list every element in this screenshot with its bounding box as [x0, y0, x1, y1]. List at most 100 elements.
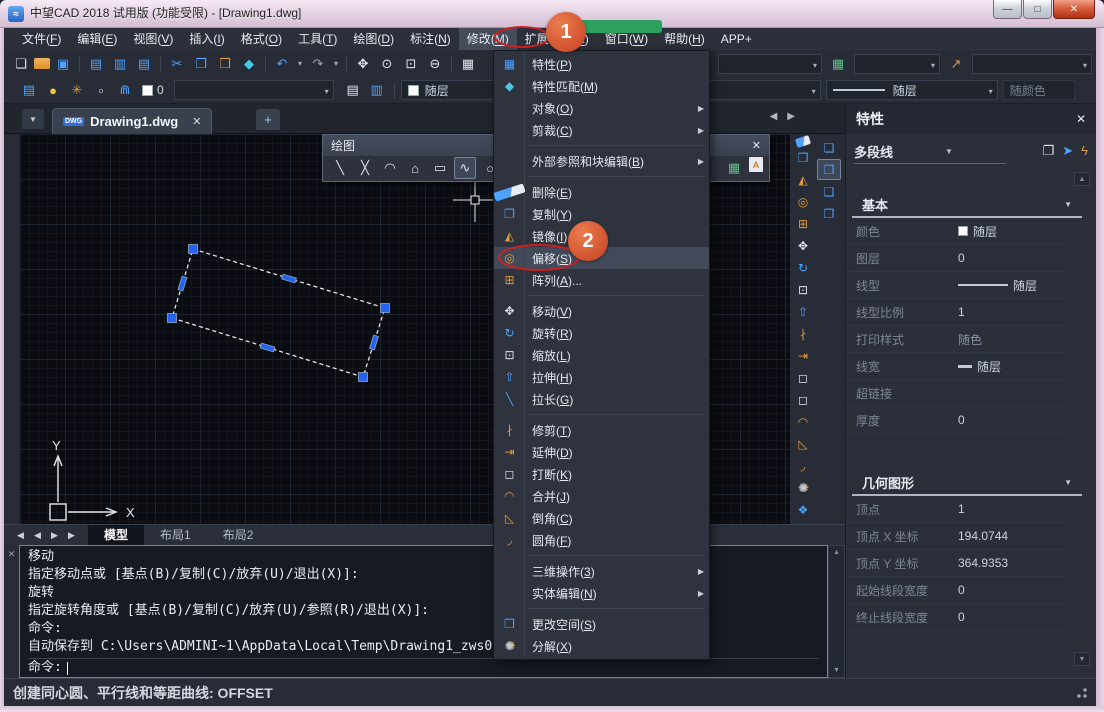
extend-icon[interactable]: ⇥ — [791, 345, 815, 366]
scroll-up-button[interactable]: ▲ — [1074, 172, 1090, 186]
doc-tab-menu-button[interactable]: ▼ — [22, 109, 44, 129]
menu-3d-operations[interactable]: 三维操作(3) ▶ — [494, 560, 709, 582]
menu-trim[interactable]: ∤ 修剪(T) — [494, 419, 709, 441]
plotstyle-control-combo[interactable]: 随颜色 — [1003, 80, 1075, 100]
first-layout-button[interactable]: ◀ — [12, 530, 29, 541]
calculator-icon[interactable]: ▦ — [457, 53, 479, 75]
copy-icon[interactable]: ❐ — [791, 147, 815, 168]
quick-select-icon[interactable]: ❐ — [1043, 143, 1055, 159]
resize-grip[interactable] — [1074, 687, 1088, 701]
redo-icon[interactable]: ↷ — [307, 53, 329, 75]
property-row[interactable]: 顶点 X 坐标 194.0744 — [846, 523, 1066, 550]
minimize-button[interactable]: — — [993, 0, 1022, 19]
table-icon[interactable]: ▦ — [723, 157, 745, 179]
style-combo[interactable]: ▾ — [718, 54, 822, 74]
mirror-icon[interactable]: ◭ — [791, 169, 815, 190]
print-preview-icon[interactable]: ▥ — [109, 53, 131, 75]
cut-icon[interactable]: ✂ — [166, 53, 188, 75]
polygon-icon[interactable]: ⌂ — [404, 157, 426, 179]
property-row[interactable]: 线型 随层 — [846, 272, 1066, 299]
table-style-icon[interactable]: ▦ — [827, 53, 849, 75]
menu-bar-item[interactable]: 帮助(H) — [656, 28, 713, 50]
menu-scale[interactable]: ⊡ 缩放(L) — [494, 344, 709, 366]
layout-tab[interactable]: 布局2 — [207, 525, 270, 546]
command-scrollbar[interactable]: ▲ ▼ — [828, 545, 845, 678]
menu-change-space[interactable]: ❒ 更改空间(S) — [494, 613, 709, 635]
layer-properties-icon[interactable]: ▤ — [18, 79, 40, 101]
property-row[interactable]: 打印样式 随色 — [846, 326, 1066, 353]
layer-previous-icon[interactable]: ▤ — [342, 79, 364, 101]
draworder-bring-to-front-icon[interactable]: ❏ — [817, 137, 841, 158]
properties-header[interactable]: 特性 ✕ — [846, 104, 1096, 134]
menu-bar-item[interactable]: 插入(I) — [181, 28, 232, 50]
menu-extend[interactable]: ⇥ 延伸(D) — [494, 441, 709, 463]
layout-tab[interactable]: 模型 — [88, 525, 144, 546]
draworder-send-under-icon[interactable]: ❒ — [817, 203, 841, 224]
match-properties-icon[interactable]: ◆ — [238, 53, 260, 75]
scroll-down-icon[interactable]: ▼ — [833, 667, 840, 674]
menu-lengthen[interactable]: ╲ 拉长(G) — [494, 388, 709, 410]
scroll-down-button[interactable]: ▼ — [1074, 652, 1090, 666]
layer-new-icon[interactable]: ▫ — [90, 79, 112, 101]
menu-erase[interactable]: 删除(E) — [494, 181, 709, 203]
layer-on-off-icon[interactable]: ● — [42, 79, 64, 101]
property-row[interactable]: 超链接 — [846, 380, 1066, 407]
menu-copy[interactable]: ❐ 复制(Y) — [494, 203, 709, 225]
menu-bar-item[interactable]: 文件(F) — [14, 28, 69, 50]
layer-states-icon[interactable]: ▥ — [366, 79, 388, 101]
move-icon[interactable]: ✥ — [791, 235, 815, 256]
scroll-up-icon[interactable]: ▲ — [833, 549, 840, 556]
new-tab-button[interactable]: + — [256, 109, 280, 130]
rectangle-icon[interactable]: ▭ — [429, 157, 451, 179]
collapse-icon[interactable]: ▼ — [1064, 200, 1072, 209]
close-icon[interactable]: ✕ — [8, 549, 16, 559]
open-folder-icon[interactable] — [34, 58, 50, 69]
block-editor-icon[interactable]: ❖ — [791, 499, 815, 520]
menu-bar-item[interactable]: 工具(T) — [290, 28, 345, 50]
close-button[interactable]: ✕ — [1053, 0, 1095, 19]
array-icon[interactable]: ⊞ — [791, 213, 815, 234]
menu-fillet[interactable]: ◞ 圆角(F) — [494, 529, 709, 551]
close-tab-icon[interactable]: ✕ — [192, 115, 201, 128]
draworder-send-to-back-icon[interactable]: ❐ — [817, 159, 841, 180]
menu-bar-item[interactable]: 绘图(D) — [345, 28, 402, 50]
maximize-button[interactable]: □ — [1023, 0, 1052, 19]
menu-match-properties[interactable]: ◆ 特性匹配(M) — [494, 75, 709, 97]
toggle-pickadd-icon[interactable]: ϟ — [1081, 143, 1088, 159]
next-document-button[interactable]: ▶ — [787, 111, 795, 122]
section-geometry[interactable]: 几何图形 ▼ — [852, 470, 1082, 496]
trim-icon[interactable]: ∤ — [791, 323, 815, 344]
arc-icon[interactable]: ◠ — [379, 157, 401, 179]
zoom-realtime-icon[interactable]: ⊙ — [376, 53, 398, 75]
new-file-icon[interactable]: ❏ — [10, 53, 32, 75]
fillet-icon[interactable]: ◞ — [791, 455, 815, 476]
menu-properties[interactable]: ▦ 特性(P) — [494, 53, 709, 75]
menu-solid-editing[interactable]: 实体编辑(N) ▶ — [494, 582, 709, 604]
layout-tab[interactable]: 布局1 — [144, 525, 207, 546]
close-icon[interactable]: ✕ — [752, 139, 761, 152]
menu-break[interactable]: ◻ 打断(K) — [494, 463, 709, 485]
menu-array[interactable]: ⊞ 阵列(A)... — [494, 269, 709, 291]
multileader-style-icon[interactable]: ↗ — [945, 53, 967, 75]
chevron-down-icon[interactable]: ▼ — [945, 147, 953, 156]
menu-explode[interactable]: ✺ 分解(X) — [494, 635, 709, 657]
property-row[interactable]: 顶点 1 — [846, 496, 1066, 523]
break-icon[interactable]: ◻ — [791, 389, 815, 410]
zoom-window-icon[interactable]: ⊡ — [400, 53, 422, 75]
property-row[interactable]: 颜色 随层 — [846, 218, 1066, 245]
menu-clip[interactable]: 剪裁(C) ▶ — [494, 119, 709, 141]
paste-icon[interactable]: ❒ — [214, 53, 236, 75]
property-row[interactable]: 线型比例 1 — [846, 299, 1066, 326]
zoom-previous-icon[interactable]: ⊖ — [424, 53, 446, 75]
next-layout-button[interactable]: ▶ — [46, 530, 63, 541]
pan-icon[interactable]: ✥ — [352, 53, 374, 75]
erase-icon[interactable] — [795, 135, 811, 148]
property-row[interactable]: 顶点 Y 坐标 364.9353 — [846, 550, 1066, 577]
plot-icon[interactable]: ▤ — [133, 53, 155, 75]
menu-bar-item[interactable]: APP+ — [713, 28, 760, 50]
prev-document-button[interactable]: ◀ — [770, 111, 778, 122]
copy-clip-icon[interactable]: ❐ — [190, 53, 212, 75]
mtext-icon[interactable]: A — [749, 157, 763, 172]
document-tab[interactable]: DWG Drawing1.dwg ✕ — [52, 108, 212, 134]
undo-icon[interactable]: ↶ — [271, 53, 293, 75]
